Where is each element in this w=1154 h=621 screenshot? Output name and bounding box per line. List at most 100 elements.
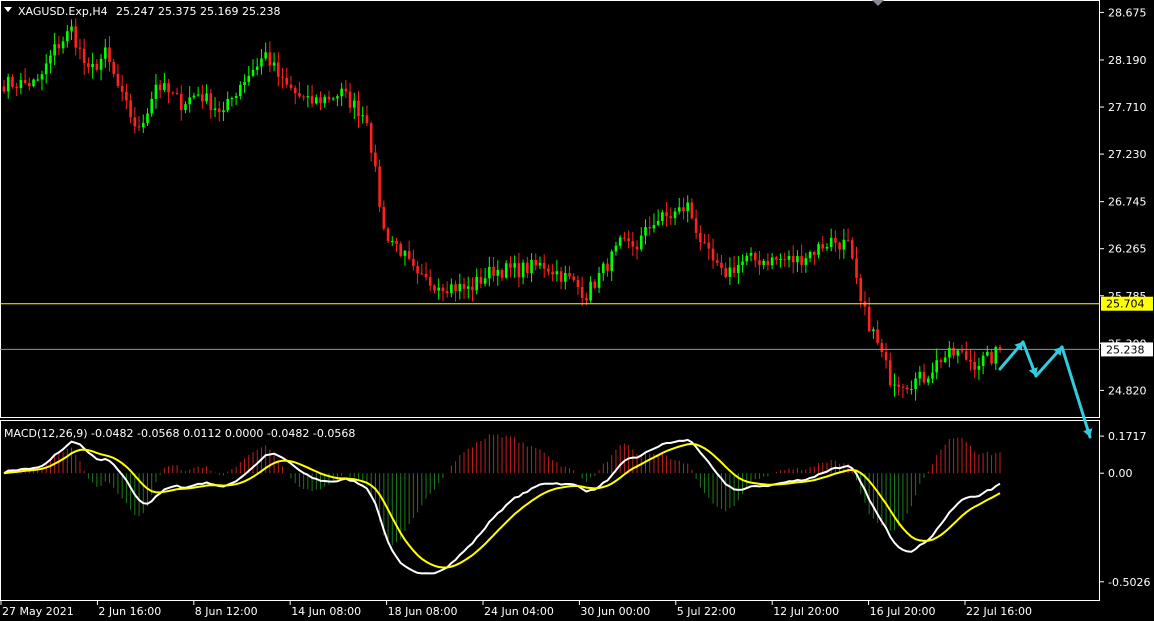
candle-body	[357, 100, 360, 117]
candle-body	[901, 386, 905, 388]
candle-body	[129, 100, 132, 118]
candle-body	[23, 79, 27, 83]
candle-body	[538, 262, 542, 266]
candle-body	[986, 351, 989, 356]
candle-body	[775, 257, 778, 260]
candle-body	[737, 264, 740, 274]
candle-body	[441, 287, 445, 292]
candle-body	[302, 96, 305, 98]
candle-body	[424, 274, 428, 278]
candle-body	[707, 242, 711, 249]
price-tick-label: 26.745	[1108, 196, 1147, 209]
candle-body	[817, 244, 820, 255]
candle-body	[458, 283, 462, 292]
candle-body	[910, 389, 913, 391]
time-tick-label: 2 Jun 16:00	[98, 605, 161, 618]
candle-body	[336, 96, 339, 99]
candle-body	[2, 86, 6, 92]
candle-body	[483, 278, 487, 284]
candle-body	[323, 96, 327, 104]
price-tick-label: 27.710	[1108, 101, 1147, 114]
time-tick-label: 18 Jun 08:00	[388, 605, 458, 618]
candle-body	[905, 387, 909, 390]
time-tick-label: 30 Jun 00:00	[580, 605, 650, 618]
candle-body	[230, 97, 234, 99]
candle-body	[711, 248, 715, 261]
candle-body	[374, 152, 377, 167]
candle-body	[108, 47, 111, 63]
candle-body	[720, 262, 723, 269]
candle-body	[559, 271, 563, 282]
candle-body	[120, 85, 124, 92]
price-tick-label: 24.820	[1108, 384, 1147, 397]
candle-body	[78, 47, 82, 49]
candle-body	[884, 352, 888, 361]
candle-body	[770, 257, 774, 266]
candle-body	[897, 384, 901, 387]
candle-body	[386, 228, 390, 242]
candle-body	[112, 62, 116, 74]
candle-body	[154, 84, 158, 99]
price-tick-label: 26.265	[1108, 243, 1147, 256]
candle-body	[576, 279, 580, 287]
candle-body	[931, 372, 934, 379]
candle-body	[597, 272, 601, 288]
candle-body	[601, 263, 605, 273]
candle-body	[44, 63, 48, 75]
candle-body	[466, 286, 470, 289]
candle-body	[226, 98, 229, 111]
candle-body	[504, 263, 508, 278]
candle-body	[209, 93, 213, 111]
candle-body	[926, 378, 930, 383]
price-tick-label: 28.190	[1108, 54, 1147, 67]
time-tick-label: 24 Jun 04:00	[484, 605, 554, 618]
candle-body	[87, 63, 90, 68]
candle-body	[201, 94, 204, 102]
candle-body	[960, 350, 964, 352]
candle-body	[365, 115, 369, 124]
candle-body	[703, 242, 706, 244]
candle-body	[589, 281, 592, 301]
candle-body	[298, 93, 301, 97]
candle-body	[547, 268, 550, 272]
candle-body	[555, 271, 559, 275]
candle-body	[205, 93, 208, 102]
candle-body	[471, 286, 474, 291]
candle-body	[137, 126, 141, 128]
candle-body	[644, 227, 647, 236]
candle-body	[454, 284, 457, 292]
candle-body	[103, 47, 107, 59]
candle-body	[49, 55, 52, 64]
candle-body	[158, 84, 162, 90]
candle-body	[791, 255, 795, 263]
candle-body	[281, 76, 284, 78]
candle-body	[728, 267, 732, 277]
candle-body	[990, 351, 993, 364]
candle-body	[57, 44, 61, 49]
price-chart[interactable]: 28.675 28.190 27.710 27.230 26.745 26.265 25.7…	[0, 0, 1154, 621]
candle-body	[40, 74, 44, 80]
candle-body	[893, 384, 896, 386]
candle-body	[82, 48, 86, 64]
candle-body	[95, 63, 99, 70]
time-tick-label: 14 Jun 08:00	[291, 605, 361, 618]
candle-body	[217, 108, 221, 113]
candle-body	[846, 239, 850, 241]
candle-body	[15, 86, 18, 89]
candle-body	[842, 239, 846, 250]
candle-body	[314, 97, 318, 104]
candle-body	[348, 91, 352, 108]
candle-body	[32, 79, 35, 87]
candle-body	[407, 250, 411, 259]
candle-body	[766, 260, 770, 266]
price-axis: 28.675 28.190 27.710 27.230 26.745 26.265 25.7…	[1100, 6, 1153, 397]
candle-body	[188, 97, 192, 105]
candle-body	[247, 75, 251, 82]
candle-body	[572, 276, 576, 280]
candle-body	[787, 255, 791, 260]
candle-body	[888, 360, 892, 385]
candle-body	[661, 212, 664, 222]
candle-body	[699, 232, 702, 243]
candle-body	[665, 212, 668, 217]
candle-body	[517, 263, 521, 278]
